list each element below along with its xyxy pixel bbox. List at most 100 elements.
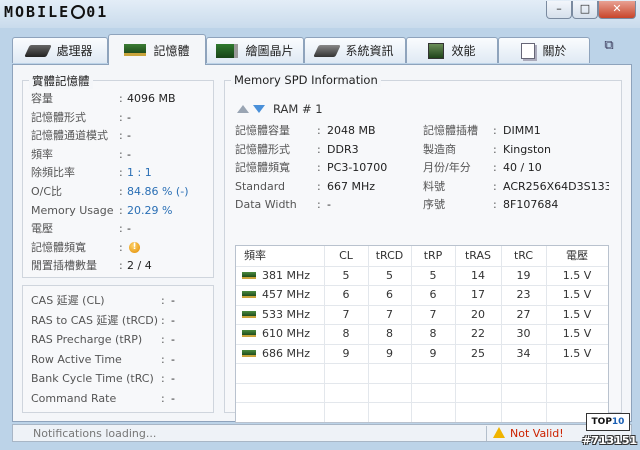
tab-performance[interactable]: 效能 bbox=[406, 37, 498, 63]
physical-memory-row: 電壓: - bbox=[31, 220, 209, 238]
row-value: 4096 MB bbox=[127, 92, 176, 105]
ram-stick-icon bbox=[242, 310, 256, 318]
table-cell: 6 bbox=[411, 285, 455, 304]
ram-stick-icon bbox=[242, 271, 256, 279]
table-cell: 8 bbox=[324, 324, 368, 343]
physical-memory-row: 記憶體頻寬:! bbox=[31, 239, 209, 257]
table-cell: 1.5 V bbox=[546, 324, 608, 343]
row-colon: : bbox=[119, 129, 123, 143]
timing-row: RAS Precharge (tRP): - bbox=[31, 331, 209, 349]
table-header: 頻率 bbox=[244, 249, 266, 262]
table-header: 電壓 bbox=[566, 249, 588, 262]
row-label: 容量 bbox=[31, 92, 53, 105]
row-colon: : bbox=[317, 179, 321, 193]
timing-value: 14 bbox=[471, 268, 485, 282]
previous-ram-icon[interactable] bbox=[237, 105, 249, 113]
table-header: CL bbox=[339, 249, 353, 262]
validation-status: Not Valid! bbox=[510, 427, 564, 440]
timing-value: 5 bbox=[342, 268, 350, 282]
timing-row: Row Active Time: - bbox=[31, 351, 209, 369]
timing-value: 1.5 V bbox=[562, 327, 592, 340]
table-cell: 34 bbox=[501, 344, 546, 363]
spd-row: 料號: ACR256X64D3S1333C bbox=[423, 178, 609, 196]
timing-value: 19 bbox=[516, 268, 531, 282]
row-value: - bbox=[171, 372, 175, 386]
watermark: #713151 bbox=[582, 434, 638, 447]
table-header: tRC bbox=[513, 249, 534, 262]
ram-selector: RAM # 1 bbox=[237, 101, 323, 117]
row-colon: : bbox=[161, 392, 165, 405]
table-cell: 23 bbox=[501, 285, 546, 304]
tab-processor[interactable]: 處理器 bbox=[12, 37, 108, 63]
tab-graphics[interactable]: 繪圖晶片 bbox=[206, 37, 304, 63]
about-icon bbox=[521, 42, 536, 59]
timing-value: 1.5 V bbox=[562, 288, 592, 301]
spd-value: 8F107684 bbox=[503, 198, 559, 212]
timing-value: 17 bbox=[471, 288, 485, 301]
timing-value: 9 bbox=[429, 346, 437, 360]
spd-timing-table: 頻率 CL tRCD tRP tRAS tRC 電壓 381 MHz 5 5 5 14 19 1.5 V 4… bbox=[235, 245, 609, 423]
spd-row: 記憶體頻寬: PC3-10700 bbox=[235, 159, 417, 177]
memory-panel: 實體記憶體 容量:4096 MB 記憶體形式: - 記憶體通道模式: - 頻率: - 除頻比率… bbox=[12, 64, 632, 423]
table-cell: 1.5 V bbox=[546, 305, 608, 324]
row-label: 記憶體頻寬 bbox=[31, 240, 86, 254]
table-cell: 7 bbox=[411, 305, 455, 324]
table-cell: 9 bbox=[324, 344, 368, 363]
timings-group: CAS 延遲 (CL): - RAS to CAS 延遲 (tRCD): - RAS P… bbox=[22, 285, 214, 413]
row-label: 電壓 bbox=[31, 222, 53, 236]
spd-value: - bbox=[327, 198, 331, 212]
table-cell: 457 MHz bbox=[236, 285, 324, 304]
row-colon: : bbox=[493, 198, 497, 212]
next-ram-icon[interactable] bbox=[253, 105, 265, 113]
row-value: - bbox=[127, 110, 131, 124]
spd-row: 記憶體容量:2048 MB bbox=[235, 122, 417, 140]
detach-window-icon[interactable]: ⧉ bbox=[598, 38, 620, 56]
table-cell: 8 bbox=[411, 324, 455, 343]
timing-value: 1.5 V bbox=[562, 346, 592, 360]
spd-value: 40 / 10 bbox=[503, 161, 542, 175]
frequency-value: 457 MHz bbox=[262, 288, 311, 301]
status-divider bbox=[486, 426, 487, 441]
physical-memory-row: 容量:4096 MB bbox=[31, 90, 209, 108]
spd-value: ACR256X64D3S1333C bbox=[503, 179, 609, 193]
spd-label: 記憶體形式 bbox=[235, 142, 290, 156]
table-cell: 20 bbox=[455, 305, 501, 324]
gpu-icon bbox=[216, 43, 239, 58]
table-cell: 7 bbox=[324, 305, 368, 324]
row-colon: : bbox=[161, 333, 165, 347]
row-value: - bbox=[127, 222, 131, 236]
spd-row: 記憶體形式: DDR3 bbox=[235, 141, 417, 159]
row-colon: : bbox=[161, 372, 165, 386]
row-colon: : bbox=[317, 142, 321, 156]
timing-value: 8 bbox=[342, 327, 350, 340]
spd-label: Data Width bbox=[235, 198, 297, 212]
status-message: Notifications loading... bbox=[33, 427, 157, 440]
spd-label: 記憶體頻寬 bbox=[235, 161, 290, 175]
logo-text: MOBILE bbox=[4, 3, 71, 21]
spd-title: Memory SPD Information bbox=[231, 73, 381, 87]
maximize-button[interactable]: □ bbox=[572, 1, 598, 19]
timing-value: 6 bbox=[429, 288, 437, 301]
tab-bar: 處理器 記憶體 繪圖晶片 系統資訊 效能 關於 ⧉ bbox=[12, 34, 632, 65]
row-label: CAS 延遲 (CL) bbox=[31, 294, 105, 307]
tab-about[interactable]: 關於 bbox=[498, 37, 590, 63]
row-label: 頻率 bbox=[31, 147, 53, 161]
tab-label: 效能 bbox=[451, 44, 476, 58]
row-value: - bbox=[171, 392, 175, 405]
row-label: RAS Precharge (tRP) bbox=[31, 333, 143, 347]
row-value: 2 / 4 bbox=[127, 259, 152, 273]
timing-value: 1.5 V bbox=[562, 268, 592, 282]
minimize-button[interactable]: – bbox=[546, 1, 572, 19]
spd-row: 製造商: Kingston bbox=[423, 141, 609, 159]
spd-row: 月份/年分:40 / 10 bbox=[423, 159, 609, 177]
row-label: O/C比 bbox=[31, 185, 63, 198]
tab-system-info[interactable]: 系統資訊 bbox=[304, 37, 406, 63]
timing-value: 9 bbox=[386, 346, 393, 360]
row-value: 20.29 % bbox=[127, 203, 173, 217]
spd-label: 料號 bbox=[423, 179, 445, 193]
close-button[interactable]: ✕ bbox=[598, 1, 636, 19]
table-header: tRCD bbox=[375, 249, 404, 262]
row-value: - bbox=[171, 333, 175, 347]
frequency-value: 610 MHz bbox=[262, 327, 311, 340]
tab-memory[interactable]: 記憶體 bbox=[108, 34, 206, 65]
